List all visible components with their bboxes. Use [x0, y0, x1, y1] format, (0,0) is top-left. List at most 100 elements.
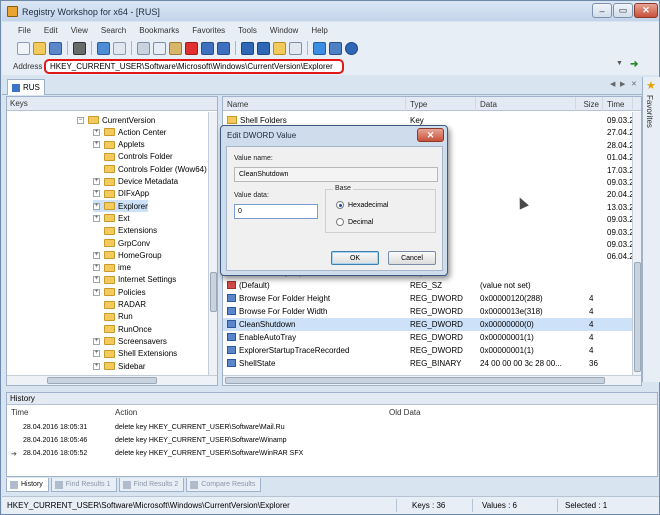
expander-icon[interactable]: +	[93, 178, 100, 185]
tree-item[interactable]: + Shell Extensions	[93, 348, 177, 360]
tree-item[interactable]: GrpConv	[93, 237, 150, 249]
value-row[interactable]: (Default) REG_SZ (value not set)	[223, 279, 637, 292]
scroll-thumb[interactable]	[210, 272, 217, 312]
paste-icon[interactable]	[169, 41, 182, 55]
menu-bookmarks[interactable]: Bookmarks	[139, 26, 179, 35]
tree-item[interactable]: Controls Folder (Wow64)	[93, 163, 207, 175]
expander-icon[interactable]: +	[93, 337, 100, 345]
value-row[interactable]: EnableAutoTray REG_DWORD 0x00000001(1) 4	[223, 331, 637, 344]
close-button[interactable]: ✕	[634, 3, 658, 18]
tab-scroll-left-icon[interactable]: ◀	[610, 80, 615, 88]
scroll-thumb[interactable]	[225, 377, 605, 384]
minimize-button[interactable]: ‒	[592, 3, 612, 18]
parent-folder-icon[interactable]	[273, 41, 286, 55]
tab-scroll-right-icon[interactable]: ▶	[620, 80, 625, 88]
menu-view[interactable]: View	[71, 26, 88, 35]
column-data[interactable]: Data	[476, 97, 576, 111]
value-row[interactable]: ShellState REG_BINARY 24 00 00 00 3c 28 00…	[223, 357, 637, 370]
expander-icon[interactable]: +	[93, 350, 100, 358]
tree-item[interactable]: + Explorer	[93, 200, 148, 213]
tree-item[interactable]: + Screensavers	[93, 335, 167, 347]
tree-item[interactable]: − CurrentVersion	[77, 114, 155, 126]
history-column-action[interactable]: Action	[115, 406, 137, 419]
tree-item[interactable]: + Ext	[93, 212, 130, 224]
expander-icon[interactable]: +	[93, 276, 100, 284]
open-folder-icon[interactable]	[33, 41, 46, 55]
value-row[interactable]: Browse For Folder Height REG_DWORD 0x00000…	[223, 292, 637, 305]
tab-close-icon[interactable]: ✕	[631, 80, 637, 88]
menu-file[interactable]: File	[18, 26, 31, 35]
options-icon[interactable]	[329, 41, 342, 55]
value-row[interactable]: ExplorerStartupTraceRecorded REG_DWORD 0x0…	[223, 344, 637, 357]
history-row[interactable]: ➔ 28.04.2016 18:05:52 delete key HKEY_CURR…	[7, 448, 657, 461]
back-icon[interactable]	[241, 41, 254, 55]
column-size[interactable]: Size	[576, 97, 603, 111]
delete-icon[interactable]	[185, 41, 198, 55]
scroll-thumb[interactable]	[634, 262, 641, 372]
scroll-thumb[interactable]	[47, 377, 157, 384]
tab-compare-results[interactable]: Compare Results	[186, 478, 262, 492]
menu-window[interactable]: Window	[270, 26, 298, 35]
keys-horizontal-scrollbar[interactable]	[7, 375, 217, 385]
expander-icon[interactable]: +	[93, 141, 100, 149]
computer-icon[interactable]	[97, 41, 110, 55]
tree-item[interactable]: + HomeGroup	[93, 249, 162, 261]
undo-icon[interactable]	[201, 41, 214, 55]
tree-item[interactable]: RADAR	[93, 299, 146, 311]
menu-edit[interactable]: Edit	[44, 26, 58, 35]
maximize-button[interactable]: ▭	[613, 3, 633, 18]
keys-vertical-scrollbar[interactable]	[208, 112, 217, 375]
expander-icon[interactable]: +	[93, 251, 100, 259]
address-input[interactable]: HKEY_CURRENT_USER\Software\Microsoft\Win…	[44, 59, 344, 74]
cancel-button[interactable]: Cancel	[388, 251, 436, 265]
tab-rus[interactable]: RUS	[7, 79, 45, 95]
tree-item[interactable]: + Policies	[93, 286, 146, 298]
history-column-old-data[interactable]: Old Data	[389, 406, 421, 419]
expander-icon[interactable]: +	[93, 128, 100, 136]
tree-item[interactable]: + Applets	[93, 139, 145, 151]
menu-tools[interactable]: Tools	[238, 26, 257, 35]
expander-icon[interactable]: +	[93, 288, 100, 296]
tree-item[interactable]: + Action Center	[93, 126, 166, 138]
cut-icon[interactable]	[137, 41, 150, 55]
value-row[interactable]: Browse For Folder Width REG_DWORD 0x000001…	[223, 305, 637, 318]
forward-icon[interactable]	[257, 41, 270, 55]
menu-help[interactable]: Help	[311, 26, 327, 35]
expander-icon[interactable]: +	[93, 214, 100, 222]
history-column-time[interactable]: Time	[11, 406, 28, 419]
tree-item[interactable]: + Internet Settings	[93, 274, 176, 286]
column-type[interactable]: Type	[406, 97, 476, 111]
tree-item[interactable]: + ime	[93, 262, 131, 274]
go-arrow-icon[interactable]: ➜	[630, 59, 642, 71]
refresh-icon[interactable]	[313, 41, 326, 55]
dialog-close-button[interactable]: ✕	[417, 128, 444, 142]
address-dropdown-icon[interactable]: ▼	[616, 60, 623, 67]
decimal-radio[interactable]: Decimal	[336, 218, 373, 226]
expander-icon[interactable]: +	[93, 190, 100, 198]
tree-item[interactable]: + Device Metadata	[93, 176, 178, 188]
expander-icon[interactable]: +	[93, 264, 100, 272]
expander-icon[interactable]: +	[93, 202, 100, 210]
save-icon[interactable]	[49, 41, 62, 55]
disconnect-icon[interactable]	[113, 41, 126, 55]
value-row[interactable]: CleanShutdown REG_DWORD 0x00000000(0) 4	[223, 318, 637, 331]
ok-button[interactable]: OK	[331, 251, 379, 265]
tab-find-results-1[interactable]: Find Results 1	[50, 478, 117, 492]
expander-icon[interactable]: −	[77, 116, 84, 124]
values-vertical-scrollbar[interactable]	[632, 112, 641, 375]
print-icon[interactable]	[73, 41, 86, 55]
tree-item[interactable]: Extensions	[93, 225, 157, 237]
find-icon[interactable]	[289, 41, 302, 55]
help-icon[interactable]	[345, 41, 358, 55]
hexadecimal-radio[interactable]: Hexadecimal	[336, 201, 388, 209]
tree-item[interactable]: Run	[93, 311, 133, 323]
value-data-input[interactable]: 0	[234, 204, 318, 219]
values-horizontal-scrollbar[interactable]	[223, 375, 641, 385]
tab-history[interactable]: History	[6, 478, 49, 492]
column-name[interactable]: Name	[223, 97, 406, 111]
column-time[interactable]: Time	[603, 97, 633, 111]
redo-icon[interactable]	[217, 41, 230, 55]
history-row[interactable]: 28.04.2016 18:05:46 delete key HKEY_CURRE…	[7, 435, 657, 448]
tree-item[interactable]: + DIFxApp	[93, 188, 149, 200]
menu-search[interactable]: Search	[101, 26, 126, 35]
